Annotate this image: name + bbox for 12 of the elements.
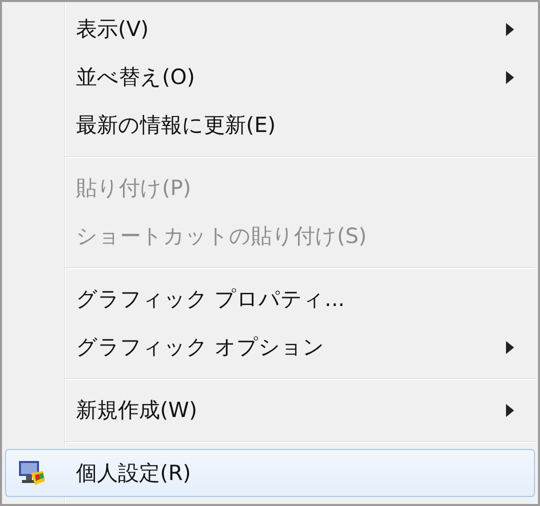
menu-item[interactable]: 最新の情報に更新(E) — [5, 101, 535, 149]
submenu-arrow-icon — [506, 70, 514, 84]
menu-item[interactable]: グラフィック プロパティ... — [5, 275, 535, 323]
menu-item[interactable]: 並べ替え(O) — [5, 53, 535, 101]
submenu-arrow-icon — [506, 22, 514, 36]
display-palette-icon — [17, 459, 47, 487]
menu-item[interactable]: 表示(V) — [5, 5, 535, 53]
submenu-arrow-icon — [506, 404, 514, 416]
menu-item[interactable]: グラフィック オプション — [5, 323, 535, 371]
menu-item[interactable]: 個人設定(R) — [5, 449, 535, 497]
menu-item[interactable]: 新規作成(W) — [5, 386, 535, 434]
submenu-arrow-icon — [506, 340, 514, 354]
